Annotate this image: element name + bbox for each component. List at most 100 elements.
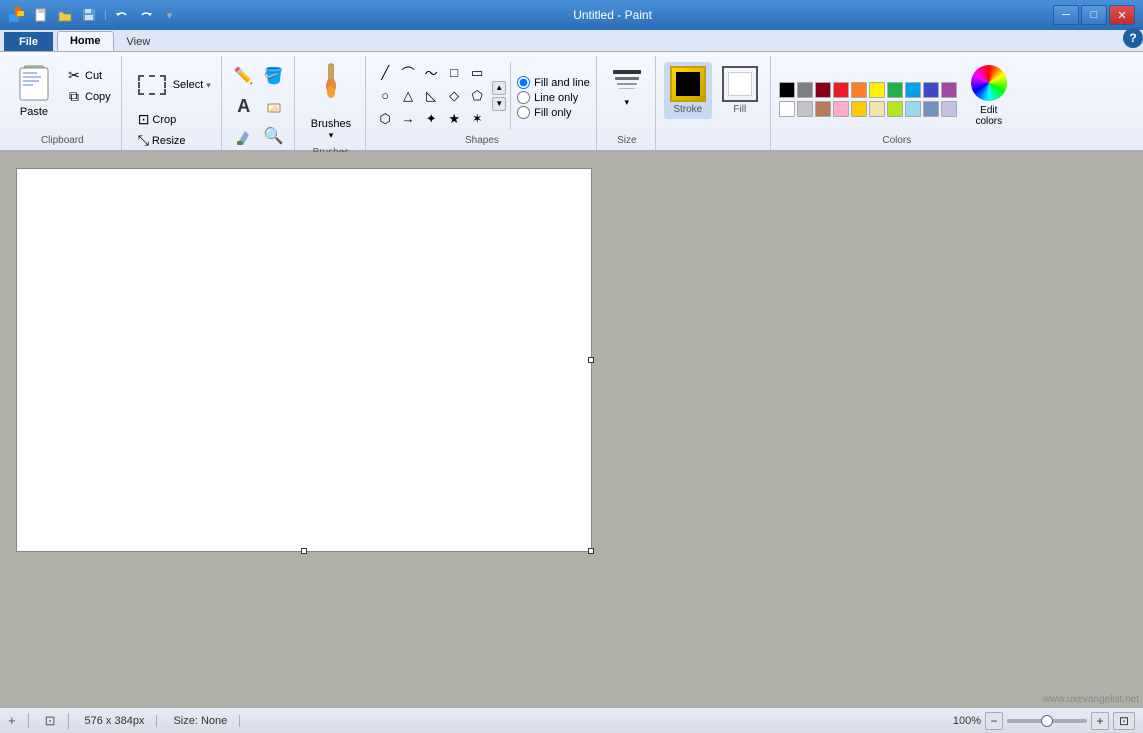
shape-diamond[interactable]: ◇	[443, 85, 465, 107]
shape-rounded-rect[interactable]: ▭	[466, 62, 488, 84]
shape-hexagon[interactable]: ⬡	[374, 108, 396, 130]
tab-file[interactable]: File	[4, 32, 53, 51]
resize-handle-bottom[interactable]	[301, 548, 307, 554]
shapes-container: ╱ ⌒ ～ □ ▭ ○ △ ◺ ◇ ⬠ ⬡ → ✦ ★ ✶	[374, 62, 590, 130]
shape-pentagon[interactable]: ⬠	[466, 85, 488, 107]
color-cell[interactable]	[851, 101, 867, 117]
color-cell[interactable]	[941, 101, 957, 117]
canvas-area[interactable]: www.uxevangelist.net	[0, 152, 1143, 707]
zoom-out-button[interactable]: −	[985, 712, 1003, 730]
paste-button[interactable]: Paste	[10, 58, 58, 122]
color-cell[interactable]	[905, 82, 921, 98]
edit-colors-label: Edit colors	[975, 105, 1002, 127]
color-cell[interactable]	[851, 82, 867, 98]
shape-freeform[interactable]: ～	[420, 62, 442, 84]
edit-colors-button[interactable]: Edit colors	[963, 61, 1015, 131]
color-cell[interactable]	[797, 82, 813, 98]
add-icon: +	[8, 713, 16, 728]
shape-star6[interactable]: ✶	[466, 108, 488, 130]
maximize-button[interactable]: □	[1081, 5, 1107, 25]
copy-button[interactable]: ⧉ Copy	[62, 87, 115, 106]
shape-star5[interactable]: ★	[443, 108, 465, 130]
copy-icon: ⧉	[66, 88, 82, 105]
shape-right-triangle[interactable]: ◺	[420, 85, 442, 107]
clipboard-label: Clipboard	[41, 133, 84, 148]
ribbon-group-stroke-fill: Stroke Fill	[658, 56, 771, 150]
zoom-fit-button[interactable]: ⊡	[1113, 712, 1135, 730]
select-button[interactable]: Select ▾	[130, 62, 215, 108]
tools-content: ✏️ 🪣 A 🔍	[230, 58, 288, 150]
zoom-in-button[interactable]: +	[1091, 712, 1109, 730]
color-cell[interactable]	[887, 101, 903, 117]
color-cell[interactable]	[779, 101, 795, 117]
shape-line[interactable]: ╱	[374, 62, 396, 84]
fill-and-line-option[interactable]: Fill and line	[517, 76, 590, 89]
line-only-option[interactable]: Line only	[517, 91, 590, 104]
help-icon[interactable]: ?	[1123, 28, 1143, 48]
color-cell[interactable]	[833, 101, 849, 117]
fill-tool[interactable]: 🪣	[260, 62, 288, 90]
color-cell[interactable]	[905, 101, 921, 117]
qa-redo[interactable]	[137, 6, 155, 24]
color-cell[interactable]	[869, 82, 885, 98]
color-cell[interactable]	[833, 82, 849, 98]
shape-ellipse[interactable]: ○	[374, 85, 396, 107]
magnify-tool[interactable]: 🔍	[260, 122, 288, 150]
pencil-tool[interactable]: ✏️	[230, 62, 258, 90]
shape-rect[interactable]: □	[443, 62, 465, 84]
line-only-radio[interactable]	[517, 91, 530, 104]
status-dimensions: 576 x 384px	[85, 715, 158, 727]
color-cell[interactable]	[923, 82, 939, 98]
ribbon-group-image: Select ▾ ⊡ Crop ⤡ Resize ↻ Rotate ▾ Imag…	[124, 56, 222, 150]
resize-handle-corner[interactable]	[588, 548, 594, 554]
color-cell[interactable]	[869, 101, 885, 117]
shape-triangle[interactable]: △	[397, 85, 419, 107]
qa-open[interactable]	[56, 6, 74, 24]
zoom-slider[interactable]	[1007, 719, 1087, 723]
qa-new[interactable]	[32, 6, 50, 24]
text-tool[interactable]: A	[230, 92, 258, 120]
close-button[interactable]: ✕	[1109, 5, 1135, 25]
fill-only-option[interactable]: Fill only	[517, 106, 590, 119]
qa-undo[interactable]	[113, 6, 131, 24]
minimize-button[interactable]: ─	[1053, 5, 1079, 25]
shapes-content: ╱ ⌒ ～ □ ▭ ○ △ ◺ ◇ ⬠ ⬡ → ✦ ★ ✶	[374, 58, 590, 133]
qa-dropdown[interactable]: ▾	[167, 9, 173, 22]
color-cell[interactable]	[923, 101, 939, 117]
color-cell[interactable]	[887, 82, 903, 98]
shapes-scroll-down[interactable]: ▼	[492, 97, 506, 111]
fill-only-label: Fill only	[534, 107, 571, 119]
ribbon-group-size: ▾ Size	[599, 56, 656, 150]
tab-view[interactable]: View	[114, 32, 164, 51]
size-button[interactable]: ▾	[605, 58, 649, 112]
eraser-tool[interactable]	[260, 92, 288, 120]
color-cell[interactable]	[779, 82, 795, 98]
brushes-button[interactable]: Brushes ▾	[303, 58, 359, 145]
window-title: Untitled - Paint	[573, 8, 652, 22]
color-cell[interactable]	[797, 101, 813, 117]
tab-home[interactable]: Home	[57, 31, 114, 51]
shape-arrow[interactable]: →	[397, 108, 419, 130]
watermark: www.uxevangelist.net	[1043, 694, 1139, 705]
crop-button[interactable]: ⊡ Crop	[130, 110, 181, 129]
resize-handle-right[interactable]	[588, 357, 594, 363]
color-cell[interactable]	[815, 82, 831, 98]
shape-curve[interactable]: ⌒	[397, 62, 419, 84]
stroke-swatch[interactable]: Stroke	[664, 62, 712, 119]
colorpicker-tool[interactable]	[230, 122, 258, 150]
fill-swatch[interactable]: Fill	[716, 62, 764, 119]
crop-label: Crop	[152, 114, 176, 126]
color-cell[interactable]	[941, 82, 957, 98]
drawing-canvas[interactable]	[16, 168, 592, 552]
fill-and-line-radio[interactable]	[517, 76, 530, 89]
fill-only-radio[interactable]	[517, 106, 530, 119]
shape-star4[interactable]: ✦	[420, 108, 442, 130]
cut-button[interactable]: ✂ Cut	[62, 66, 115, 85]
paint-app-icon[interactable]	[8, 6, 26, 24]
resize-button[interactable]: ⤡ Resize	[130, 131, 190, 150]
color-row-1	[779, 82, 957, 98]
shapes-scroll-up[interactable]: ▲	[492, 81, 506, 95]
clipboard-content: Paste ✂ Cut ⧉ Copy	[10, 58, 115, 133]
qa-save[interactable]	[80, 6, 98, 24]
color-cell[interactable]	[815, 101, 831, 117]
